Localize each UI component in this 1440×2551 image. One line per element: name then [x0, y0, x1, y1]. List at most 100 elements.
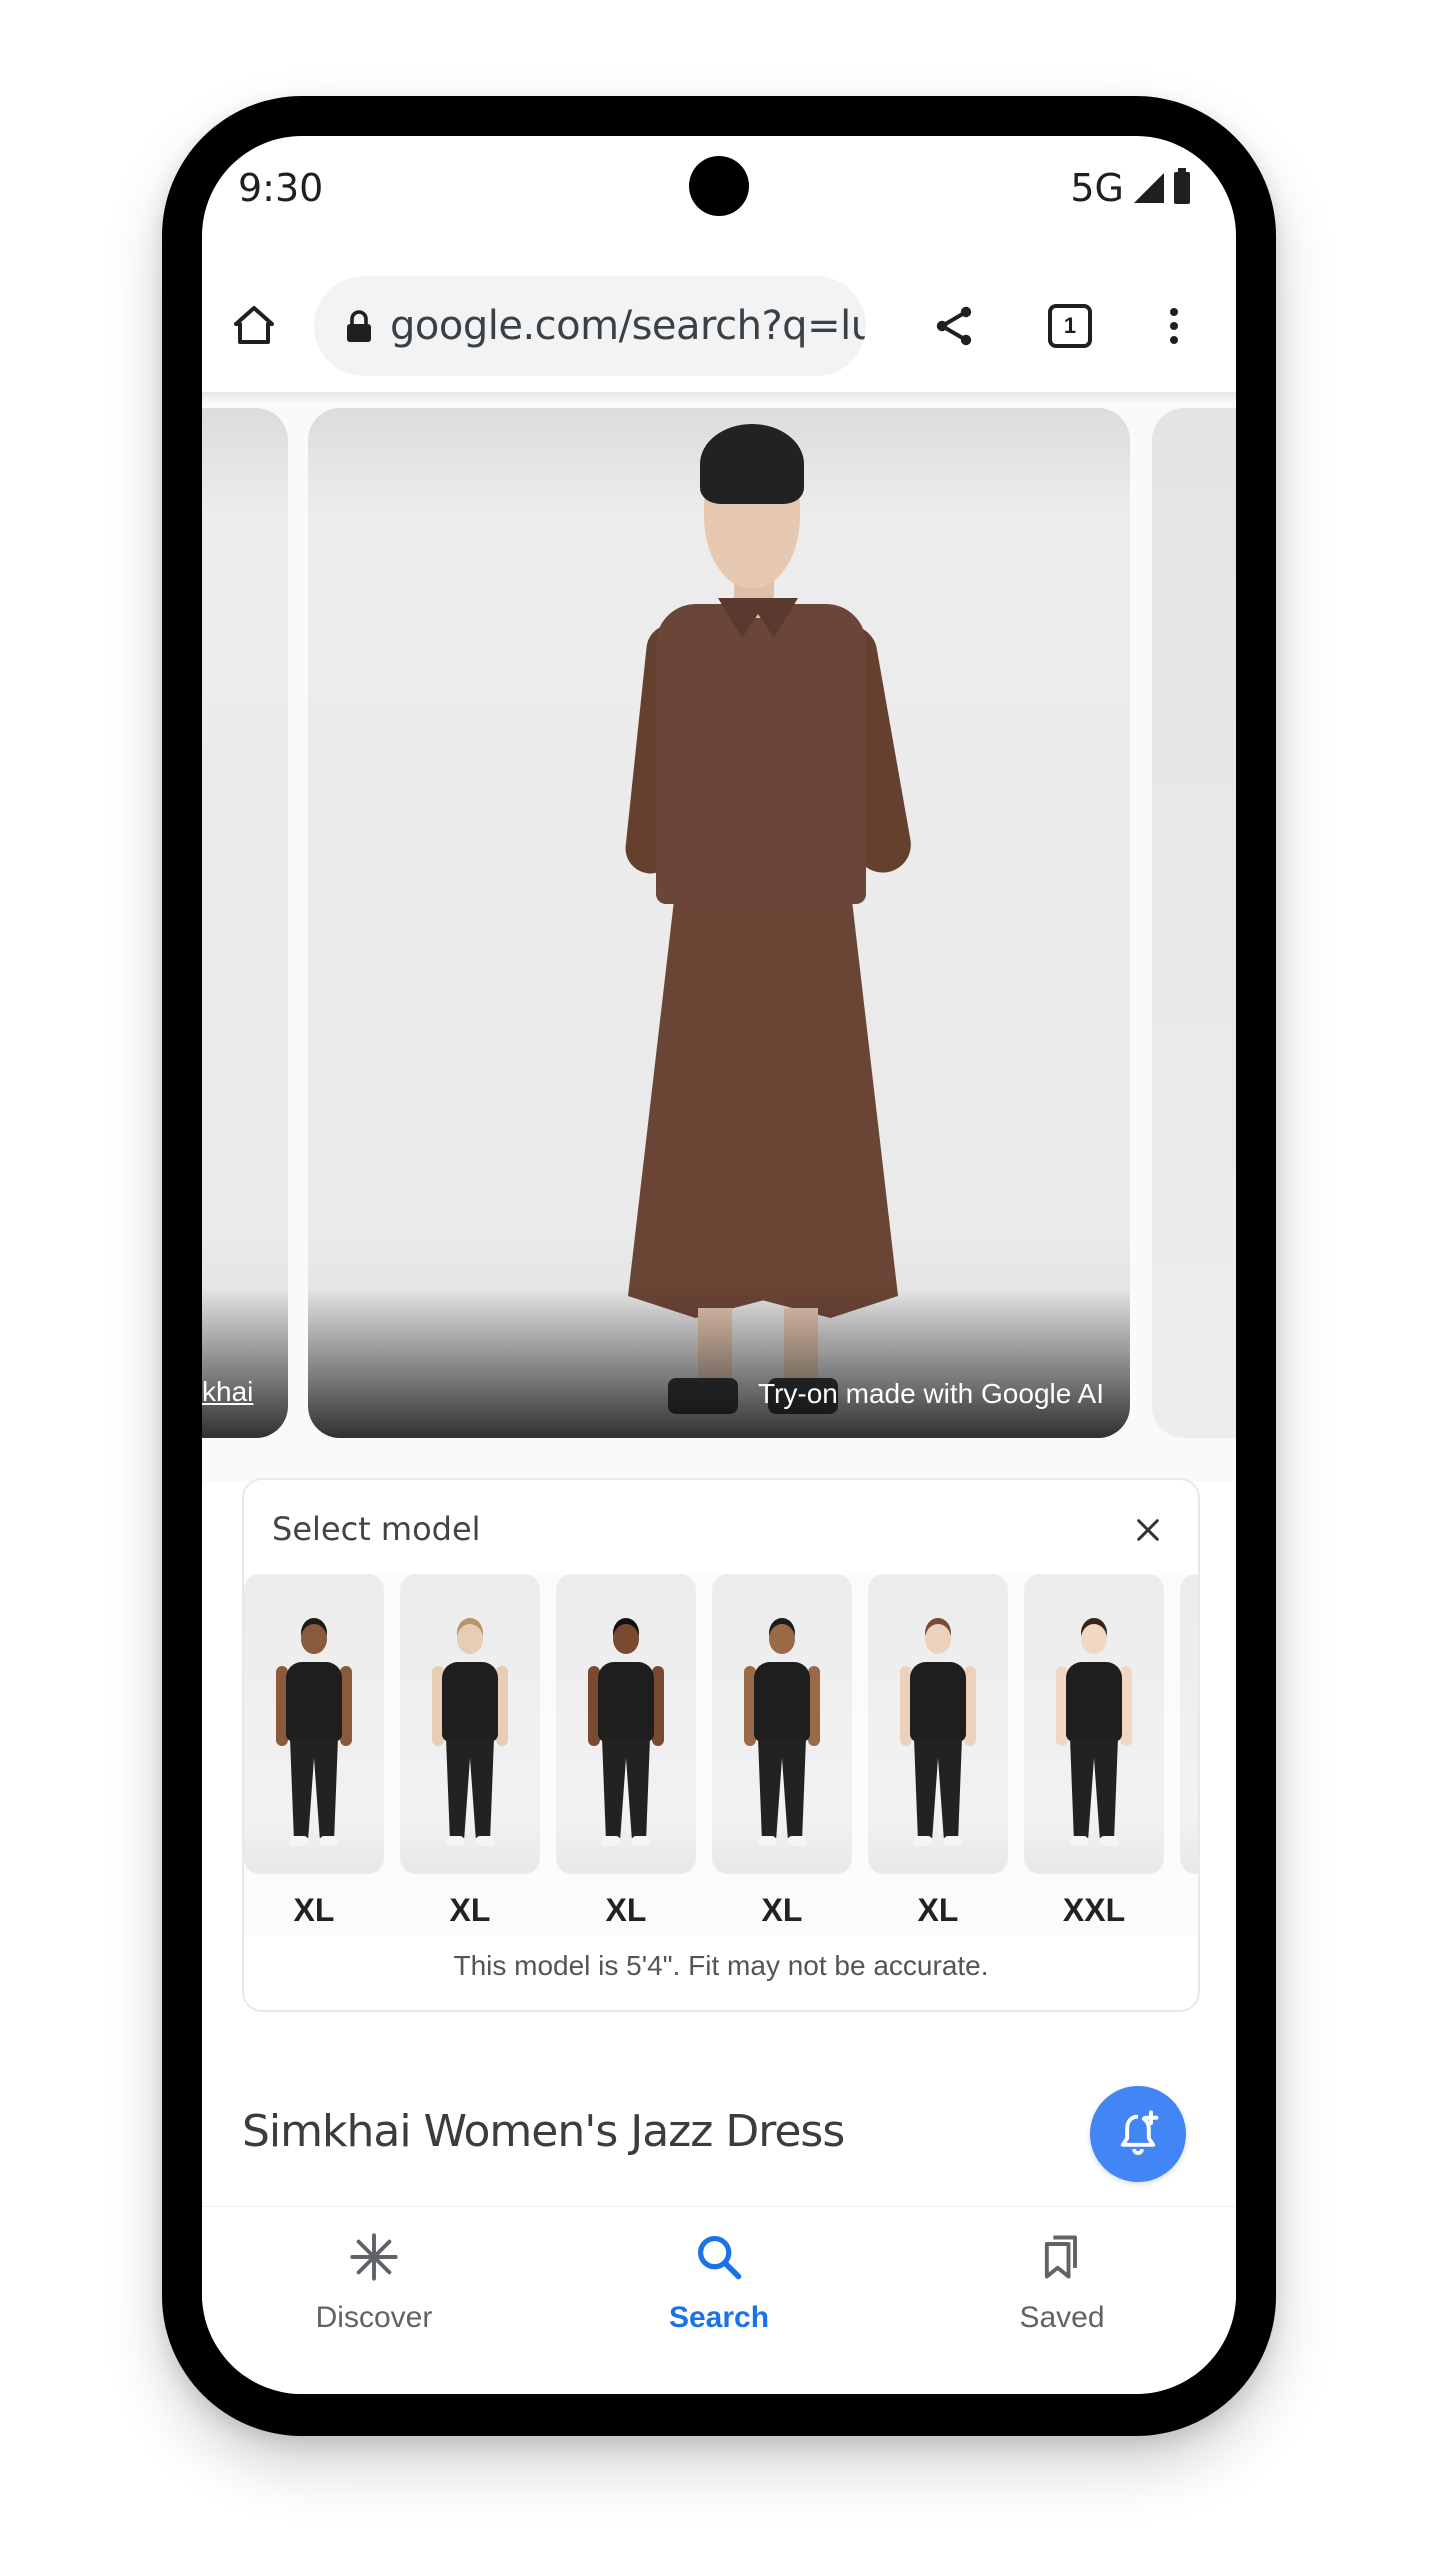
model-shoe	[944, 1836, 962, 1846]
close-icon	[1137, 1519, 1159, 1541]
model-option[interactable]: XL	[244, 1574, 384, 1936]
home-button[interactable]	[222, 294, 286, 358]
model-shoe	[320, 1836, 338, 1846]
model-head	[925, 1624, 951, 1654]
home-icon	[234, 306, 274, 344]
model-head	[1081, 1624, 1107, 1654]
model-size-label: XL	[605, 1892, 647, 1928]
model-shoe	[1100, 1836, 1118, 1846]
nav-label: Search	[668, 2301, 770, 2334]
nav-search[interactable]: Search	[599, 2227, 839, 2367]
model-shoe	[290, 1836, 308, 1846]
nav-label: Discover	[315, 2301, 433, 2334]
front-camera	[689, 156, 749, 216]
card-gradient	[202, 1288, 288, 1438]
model-shoe	[758, 1836, 776, 1846]
model-top	[1066, 1662, 1122, 1742]
model-thumbnail	[1180, 1574, 1198, 1874]
status-icons: 5G	[1070, 166, 1190, 210]
model-shoe	[446, 1836, 464, 1846]
carousel-card-current[interactable]: Try-on made with Google AI	[308, 408, 1130, 1438]
product-title: Simkhai Women's Jazz Dress	[242, 2106, 845, 2157]
model-size-label: XL	[761, 1892, 803, 1928]
figure-bodice	[656, 604, 866, 904]
model-shoe	[1070, 1836, 1088, 1846]
bookmarks-icon	[1032, 2227, 1092, 2287]
model-fit-note: This model is 5'4". Fit may not be accur…	[453, 1950, 989, 1981]
model-size-label: XXL	[1062, 1892, 1126, 1928]
status-time: 9:30	[238, 166, 324, 210]
model-option[interactable]: XL	[868, 1574, 1008, 1936]
tryon-model-image	[558, 408, 918, 1438]
tabs-button[interactable]: 1	[1038, 294, 1102, 358]
model-leggings	[758, 1738, 806, 1838]
model-size-label: XL	[293, 1892, 335, 1928]
bottom-navigation: Discover Search Saved	[202, 2206, 1236, 2394]
model-option[interactable]: XL	[712, 1574, 852, 1936]
product-header: Simkhai Women's Jazz Dress	[202, 2056, 1236, 2206]
price-alert-button[interactable]	[1090, 2086, 1186, 2182]
search-icon	[689, 2227, 749, 2287]
carousel-card-next[interactable]	[1152, 408, 1236, 1438]
model-shoe	[914, 1836, 932, 1846]
url-text: google.com/search?q=lu	[390, 303, 866, 349]
nav-saved[interactable]: Saved	[942, 2227, 1182, 2367]
model-shoe	[632, 1836, 650, 1846]
model-thumbnail	[712, 1574, 852, 1874]
model-thumbnail	[244, 1574, 384, 1874]
model-leggings	[1070, 1738, 1118, 1838]
lock-icon	[347, 310, 371, 342]
nav-discover[interactable]: Discover	[254, 2227, 494, 2367]
model-top	[286, 1662, 342, 1742]
share-icon	[936, 306, 972, 346]
browser-toolbar: google.com/search?q=lu 1	[202, 256, 1236, 396]
battery-icon	[1174, 168, 1190, 204]
figure-hair	[700, 424, 804, 504]
toolbar-divider	[202, 392, 1236, 402]
tryon-caption: Try-on made with Google AI	[757, 1378, 1104, 1409]
card-gradient	[308, 1288, 1130, 1438]
model-options-list[interactable]: XL XL XL XL XL XXL	[244, 1574, 1198, 1936]
model-leggings	[602, 1738, 650, 1838]
model-top	[442, 1662, 498, 1742]
figure-skirt	[628, 878, 898, 1318]
asterisk-icon	[344, 2227, 404, 2287]
panel-title: Select model	[272, 1510, 481, 1548]
model-head	[769, 1624, 795, 1654]
address-bar[interactable]: google.com/search?q=lu	[314, 276, 866, 376]
model-shoe	[476, 1836, 494, 1846]
model-thumbnail	[868, 1574, 1008, 1874]
model-option[interactable]: XL	[400, 1574, 540, 1936]
model-top	[598, 1662, 654, 1742]
model-thumbnail	[400, 1574, 540, 1874]
model-option-partial[interactable]	[1180, 1574, 1198, 1936]
model-option[interactable]: XXL	[1024, 1574, 1164, 1936]
model-shoe	[788, 1836, 806, 1846]
model-leggings	[914, 1738, 962, 1838]
model-top	[910, 1662, 966, 1742]
model-head	[457, 1624, 483, 1654]
model-head	[613, 1624, 639, 1654]
signal-icon	[1134, 173, 1164, 203]
tryon-carousel[interactable]: khai Try-on made with Google AI	[202, 402, 1236, 1482]
model-leggings	[290, 1738, 338, 1838]
carousel-card-previous[interactable]: khai	[202, 408, 288, 1438]
model-shoe	[602, 1836, 620, 1846]
previous-card-link[interactable]: khai	[202, 1376, 253, 1408]
model-size-label: XL	[449, 1892, 491, 1928]
more-menu-button[interactable]	[1142, 294, 1206, 358]
close-button[interactable]	[1124, 1506, 1172, 1554]
model-top	[754, 1662, 810, 1742]
model-thumbnail	[556, 1574, 696, 1874]
select-model-panel: Select model XL XL XL XL XL XXL This model is…	[242, 1478, 1200, 2012]
tabs-icon: 1	[1048, 304, 1092, 348]
more-vert-icon	[1170, 308, 1178, 344]
model-size-label: XL	[917, 1892, 959, 1928]
model-leggings	[446, 1738, 494, 1838]
network-type: 5G	[1070, 166, 1124, 210]
model-head	[301, 1624, 327, 1654]
phone-screen: 9:30 5G google.com/search?q=lu 1 khai Tr…	[202, 136, 1236, 2394]
status-bar: 9:30 5G	[202, 136, 1236, 246]
model-option[interactable]: XL	[556, 1574, 696, 1936]
share-button[interactable]	[922, 294, 986, 358]
